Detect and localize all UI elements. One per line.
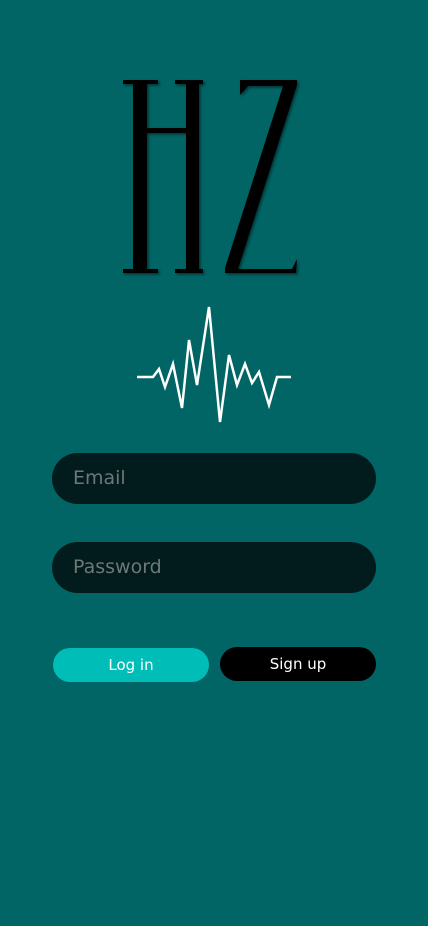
- password-input[interactable]: [52, 542, 376, 593]
- login-button[interactable]: Log in: [53, 648, 209, 682]
- email-input[interactable]: [52, 453, 376, 504]
- hz-logo: [123, 80, 297, 423]
- email-field[interactable]: Email: [52, 453, 376, 504]
- signup-button[interactable]: Sign up: [220, 647, 376, 681]
- heartbeat-pulse-icon: [137, 306, 291, 423]
- logo-letters: [123, 80, 297, 273]
- password-field[interactable]: Password: [52, 542, 376, 593]
